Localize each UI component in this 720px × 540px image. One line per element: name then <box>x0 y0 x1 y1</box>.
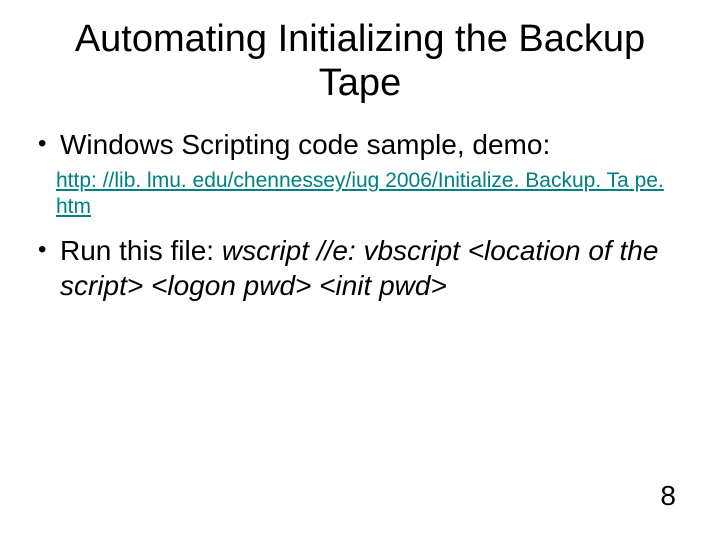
page-number: 8 <box>660 480 676 512</box>
bullet-item-1: Windows Scripting code sample, demo: <box>34 127 690 162</box>
bullet-1-text: Windows Scripting code sample, demo: <box>60 129 550 160</box>
bullet-2-prefix: Run this file: <box>60 235 222 266</box>
slide-title: Automating Initializing the Backup Tape <box>30 18 690 105</box>
bullet-list-2: Run this file: wscript //e: vbscript <lo… <box>30 233 690 303</box>
bullet-item-2: Run this file: wscript //e: vbscript <lo… <box>34 233 690 303</box>
source-link[interactable]: http: //lib. lmu. edu/chennessey/iug 200… <box>56 168 690 218</box>
bullet-list: Windows Scripting code sample, demo: <box>30 127 690 162</box>
slide: Automating Initializing the Backup Tape … <box>0 0 720 540</box>
